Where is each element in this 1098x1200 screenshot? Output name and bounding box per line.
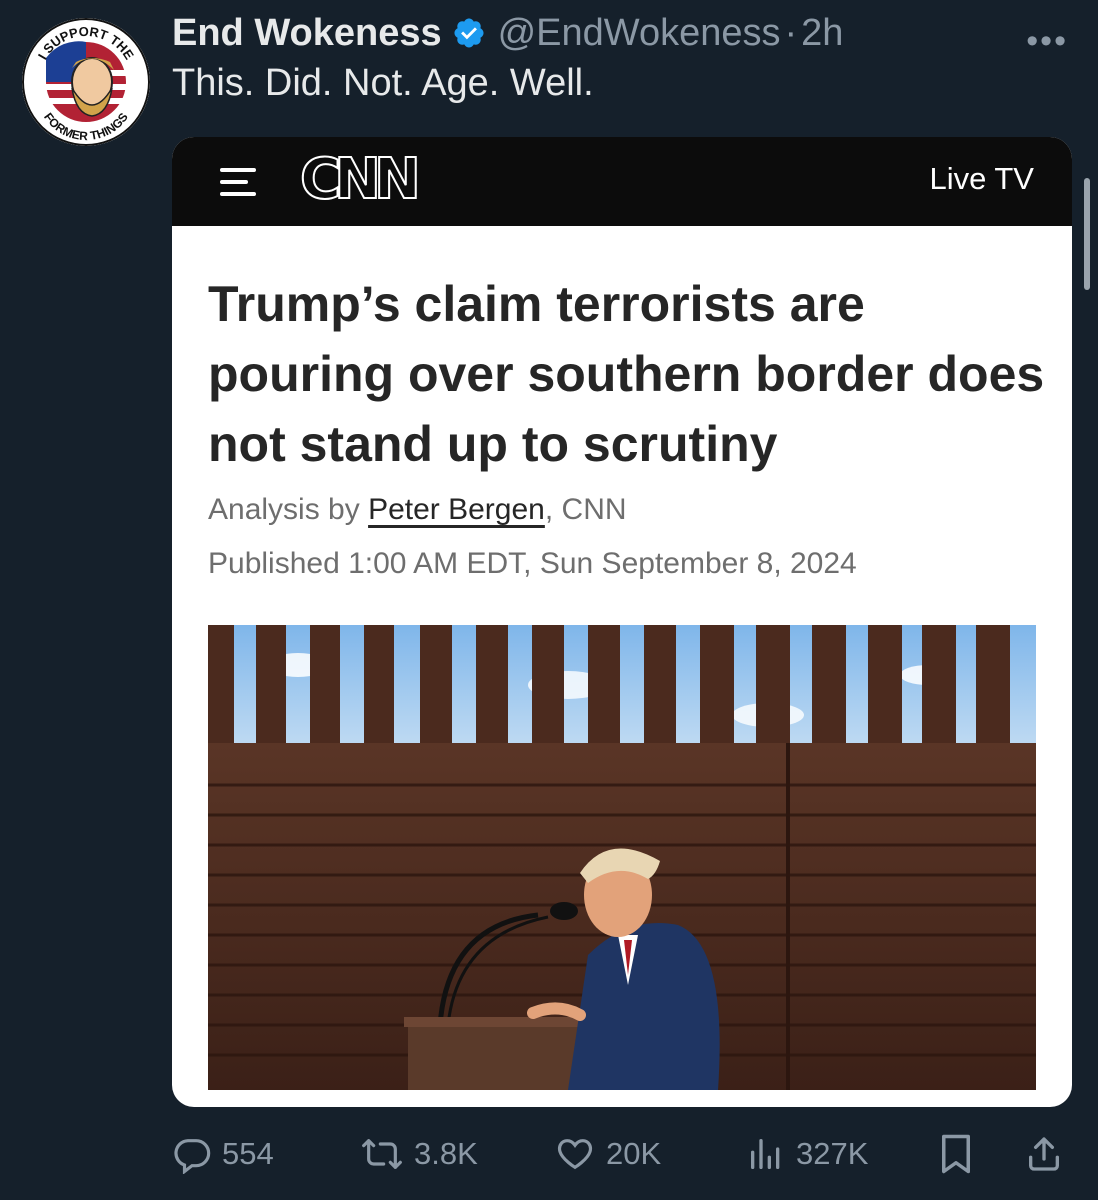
more-options-icon[interactable]: ••• bbox=[1026, 22, 1068, 61]
share-button[interactable] bbox=[1024, 1128, 1074, 1180]
views-button[interactable]: 327K bbox=[746, 1128, 868, 1180]
like-button[interactable]: 20K bbox=[554, 1128, 661, 1180]
tweet-action-bar: 554 3.8K 20K 327K bbox=[172, 1128, 1072, 1180]
verified-badge-icon bbox=[452, 16, 486, 50]
article-photo bbox=[208, 625, 1036, 1090]
byline-prefix: Analysis by bbox=[208, 493, 369, 526]
tweet-header: End Wokeness @EndWokeness · 2h bbox=[172, 10, 843, 56]
byline-suffix: , CNN bbox=[544, 493, 627, 526]
bookmark-button[interactable] bbox=[938, 1128, 984, 1180]
repost-count: 3.8K bbox=[414, 1136, 478, 1171]
author-name: Peter Bergen bbox=[368, 493, 545, 526]
views-count: 327K bbox=[796, 1136, 869, 1171]
views-chart-icon bbox=[751, 1139, 780, 1169]
avatar[interactable]: I SUPPORT THE FORMER THINGS bbox=[22, 18, 150, 146]
embedded-article-image[interactable]: CNN Live TV Trump’s claim terrorists are… bbox=[172, 137, 1072, 1107]
scrollbar[interactable] bbox=[1084, 178, 1090, 290]
share-icon bbox=[1029, 1137, 1059, 1171]
tweet-text: This. Did. Not. Age. Well. bbox=[172, 62, 594, 104]
article-headline: Trump’s claim terrorists are pouring ove… bbox=[208, 276, 1045, 472]
repost-button[interactable]: 3.8K bbox=[360, 1128, 478, 1180]
hamburger-menu-icon bbox=[220, 164, 256, 200]
published-date: Published 1:00 AM EDT, Sun September 8, … bbox=[208, 547, 857, 580]
heart-icon bbox=[557, 1139, 593, 1170]
separator-dot: · bbox=[784, 11, 798, 54]
repost-icon bbox=[362, 1139, 402, 1169]
reply-button[interactable]: 554 bbox=[172, 1128, 274, 1180]
cnn-top-bar: CNN Live TV bbox=[172, 137, 1072, 226]
display-name[interactable]: End Wokeness bbox=[172, 12, 442, 55]
live-tv-link: Live TV bbox=[929, 161, 1034, 196]
like-count: 20K bbox=[606, 1136, 662, 1171]
article-byline: Analysis by Peter Bergen, CNN bbox=[208, 493, 627, 527]
reply-icon bbox=[174, 1139, 211, 1174]
cnn-logo: CNN bbox=[299, 146, 422, 213]
handle[interactable]: @EndWokeness bbox=[498, 12, 781, 55]
reply-count: 554 bbox=[222, 1136, 274, 1171]
bookmark-icon bbox=[942, 1134, 970, 1174]
timestamp[interactable]: 2h bbox=[801, 12, 843, 55]
